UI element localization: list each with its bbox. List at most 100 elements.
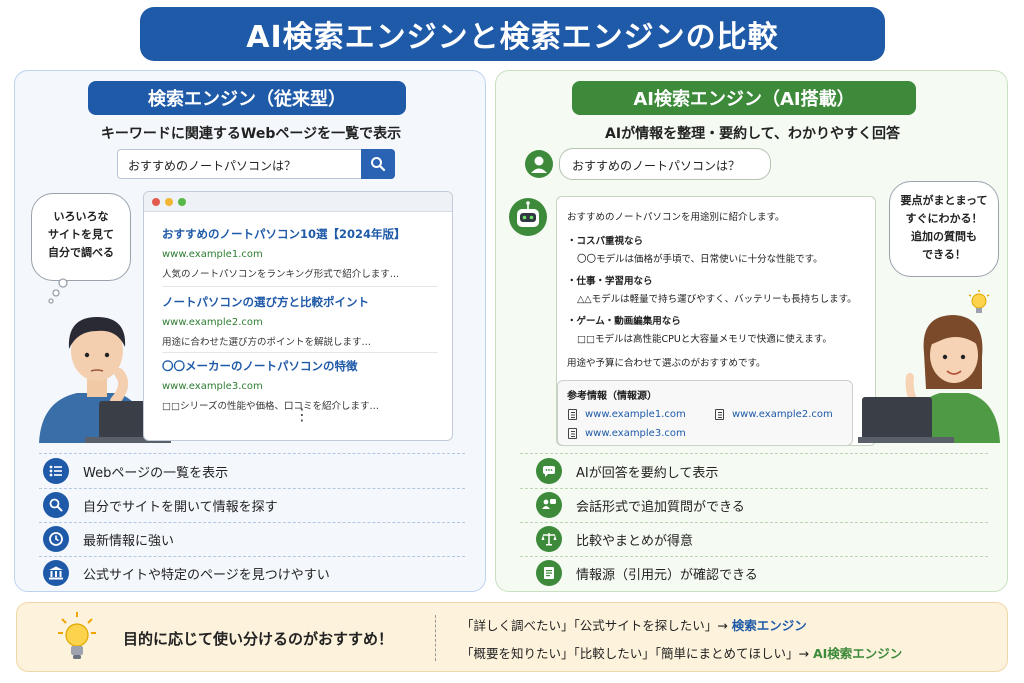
result-url: www.example2.com: [162, 317, 263, 328]
feature-item: AIが回答を要約して表示: [536, 456, 718, 486]
user-avatar-icon: [525, 150, 553, 178]
more-results-icon[interactable]: ⋮: [294, 407, 310, 423]
bubble-line: すぐにわかる！: [905, 212, 983, 225]
source-url[interactable]: www.example2.com: [732, 409, 833, 420]
divider: [162, 352, 438, 353]
feature-item: 公式サイトや特定のページを見つけやすい: [43, 558, 330, 588]
source-url[interactable]: www.example3.com: [585, 428, 686, 439]
clock-icon: [43, 526, 69, 552]
bubble-line: いろいろな: [53, 210, 109, 223]
ai-answer-box: おすすめのノートパソコンを用途別に紹介します。 ・コスパ重視なら 〇〇モデルは価…: [556, 196, 876, 446]
bubble-line: サイトを見て: [48, 228, 114, 241]
feature-text: 最新情報に強い: [83, 533, 175, 549]
document-icon: [568, 409, 577, 420]
search-input[interactable]: おすすめのノートパソコンは？: [117, 149, 395, 179]
result-title[interactable]: おすすめのノートパソコン10選【2024年版】: [162, 226, 442, 242]
woman-speech-bubble: 要点がまとまって すぐにわかる！ 追加の質問も できる！: [889, 181, 999, 277]
divider: [162, 286, 438, 287]
result-description: 用途に合わせた選び方のポイントを解説します…: [162, 337, 372, 348]
answer-heading: ・仕事・学習用なら: [567, 276, 653, 287]
ai-search-panel: AI検索エンジン（AI搭載） AIが情報を整理・要約して、わかりやすく回答 おす…: [495, 70, 1008, 592]
divider: [39, 522, 465, 523]
divider: [39, 556, 465, 557]
result-description: 人気のノートパソコンをランキング形式で紹介します…: [162, 269, 400, 280]
result-title[interactable]: 〇〇メーカーのノートパソコンの特徴: [162, 358, 442, 374]
answer-body: △△モデルは軽量で持ち運びやすく、バッテリーも長持ちします。: [577, 294, 857, 305]
building-icon: [43, 560, 69, 586]
source-link[interactable]: www.example3.com: [568, 428, 686, 439]
thinking-bubble: いろいろな サイトを見て 自分で調べる: [31, 193, 131, 281]
scale-icon: [536, 526, 562, 552]
sources-box: 参考情報（情報源） www.example1.com www.example2.…: [557, 380, 853, 446]
traditional-search-panel: 検索エンジン（従来型） キーワードに関連するWebページを一覧で表示 おすすめの…: [14, 70, 486, 592]
sources-title: 参考情報（情報源）: [567, 391, 657, 402]
source-link[interactable]: www.example1.com: [568, 409, 686, 420]
feature-text: 自分でサイトを開いて情報を探す: [83, 499, 278, 515]
source-link[interactable]: www.example2.com: [715, 409, 833, 420]
document-icon: [536, 560, 562, 586]
divider: [520, 522, 988, 523]
banner-rule-2: 「概要を知りたい」「比較したい」「簡単にまとめてほしい」→ AI検索エンジン: [461, 643, 902, 662]
list-icon: [43, 458, 69, 484]
search-icon: [43, 492, 69, 518]
answer-body: □□モデルは高性能CPUと大容量メモリで快適に使えます。: [577, 334, 832, 345]
robot-icon: [509, 198, 547, 236]
divider: [435, 615, 436, 661]
result-url: www.example1.com: [162, 249, 263, 260]
rule-condition: 「概要を知りたい」「比較したい」「簡単にまとめてほしい」→: [461, 646, 809, 661]
answer-intro: おすすめのノートパソコンを用途別に紹介します。: [567, 212, 785, 223]
browser-window: おすすめのノートパソコン10選【2024年版】 www.example1.com…: [143, 191, 453, 441]
traditional-heading: 検索エンジン（従来型）: [88, 81, 406, 115]
feature-text: 情報源（引用元）が確認できる: [576, 567, 758, 583]
search-result[interactable]: 〇〇メーカーのノートパソコンの特徴 www.example3.com □□シリー…: [162, 358, 442, 412]
bubble-line: できる！: [922, 248, 966, 261]
woman-with-laptop-illustration: [858, 315, 1000, 443]
feature-text: 会話形式で追加質問ができる: [576, 499, 745, 515]
conversation-icon: [536, 492, 562, 518]
ai-heading: AI検索エンジン（AI搭載）: [572, 81, 916, 115]
bubble-line: 追加の質問も: [911, 230, 977, 243]
feature-item: 最新情報に強い: [43, 524, 174, 554]
bubble-line: 要点がまとまって: [900, 194, 988, 207]
answer-heading: ・コスパ重視なら: [567, 236, 644, 247]
chat-icon: [536, 458, 562, 484]
recommendation-banner: 目的に応じて使い分けるのがおすすめ！ 「詳しく調べたい」「公式サイトを探したい」…: [16, 602, 1008, 672]
search-result[interactable]: おすすめのノートパソコン10選【2024年版】 www.example1.com…: [162, 226, 442, 280]
feature-item: Webページの一覧を表示: [43, 456, 228, 486]
feature-item: 情報源（引用元）が確認できる: [536, 558, 758, 588]
rule-target: 検索エンジン: [731, 618, 807, 633]
search-result[interactable]: ノートパソコンの選び方と比較ポイント www.example2.com 用途に合…: [162, 294, 442, 348]
feature-text: AIが回答を要約して表示: [576, 465, 719, 481]
feature-text: 比較やまとめが得意: [576, 533, 694, 549]
divider: [520, 556, 988, 557]
feature-text: 公式サイトや特定のページを見つけやすい: [83, 567, 330, 583]
source-url[interactable]: www.example1.com: [585, 409, 686, 420]
ai-subtitle: AIが情報を整理・要約して、わかりやすく回答: [605, 126, 900, 142]
search-query: おすすめのノートパソコンは？: [128, 159, 297, 173]
search-button[interactable]: [361, 149, 395, 179]
divider: [520, 453, 988, 454]
banner-rule-1: 「詳しく調べたい」「公式サイトを探したい」→ 検索エンジン: [461, 615, 807, 634]
browser-titlebar: [144, 192, 452, 212]
bubble-line: 自分で調べる: [48, 246, 114, 259]
divider: [39, 453, 465, 454]
traditional-subtitle: キーワードに関連するWebページを一覧で表示: [100, 126, 402, 142]
feature-text: Webページの一覧を表示: [83, 465, 229, 481]
divider: [520, 488, 988, 489]
user-question-bubble: おすすめのノートパソコンは？: [559, 148, 771, 180]
maximize-dot-icon: [178, 198, 186, 206]
feature-item: 比較やまとめが得意: [536, 524, 693, 554]
answer-body: 〇〇モデルは価格が手頃で、日常使いに十分な性能です。: [577, 254, 823, 265]
user-question: おすすめのノートパソコンは？: [572, 159, 741, 173]
search-icon: [371, 157, 386, 172]
result-url: www.example3.com: [162, 381, 263, 392]
minimize-dot-icon: [165, 198, 173, 206]
result-title[interactable]: ノートパソコンの選び方と比較ポイント: [162, 294, 442, 310]
divider: [39, 488, 465, 489]
lightbulb-icon: [58, 612, 96, 659]
answer-closing: 用途や予算に合わせて選ぶのがおすすめです。: [567, 358, 766, 369]
answer-heading: ・ゲーム・動画編集用なら: [567, 316, 681, 327]
banner-message: 目的に応じて使い分けるのがおすすめ！: [123, 630, 394, 648]
close-dot-icon: [152, 198, 160, 206]
feature-item: 会話形式で追加質問ができる: [536, 490, 745, 520]
